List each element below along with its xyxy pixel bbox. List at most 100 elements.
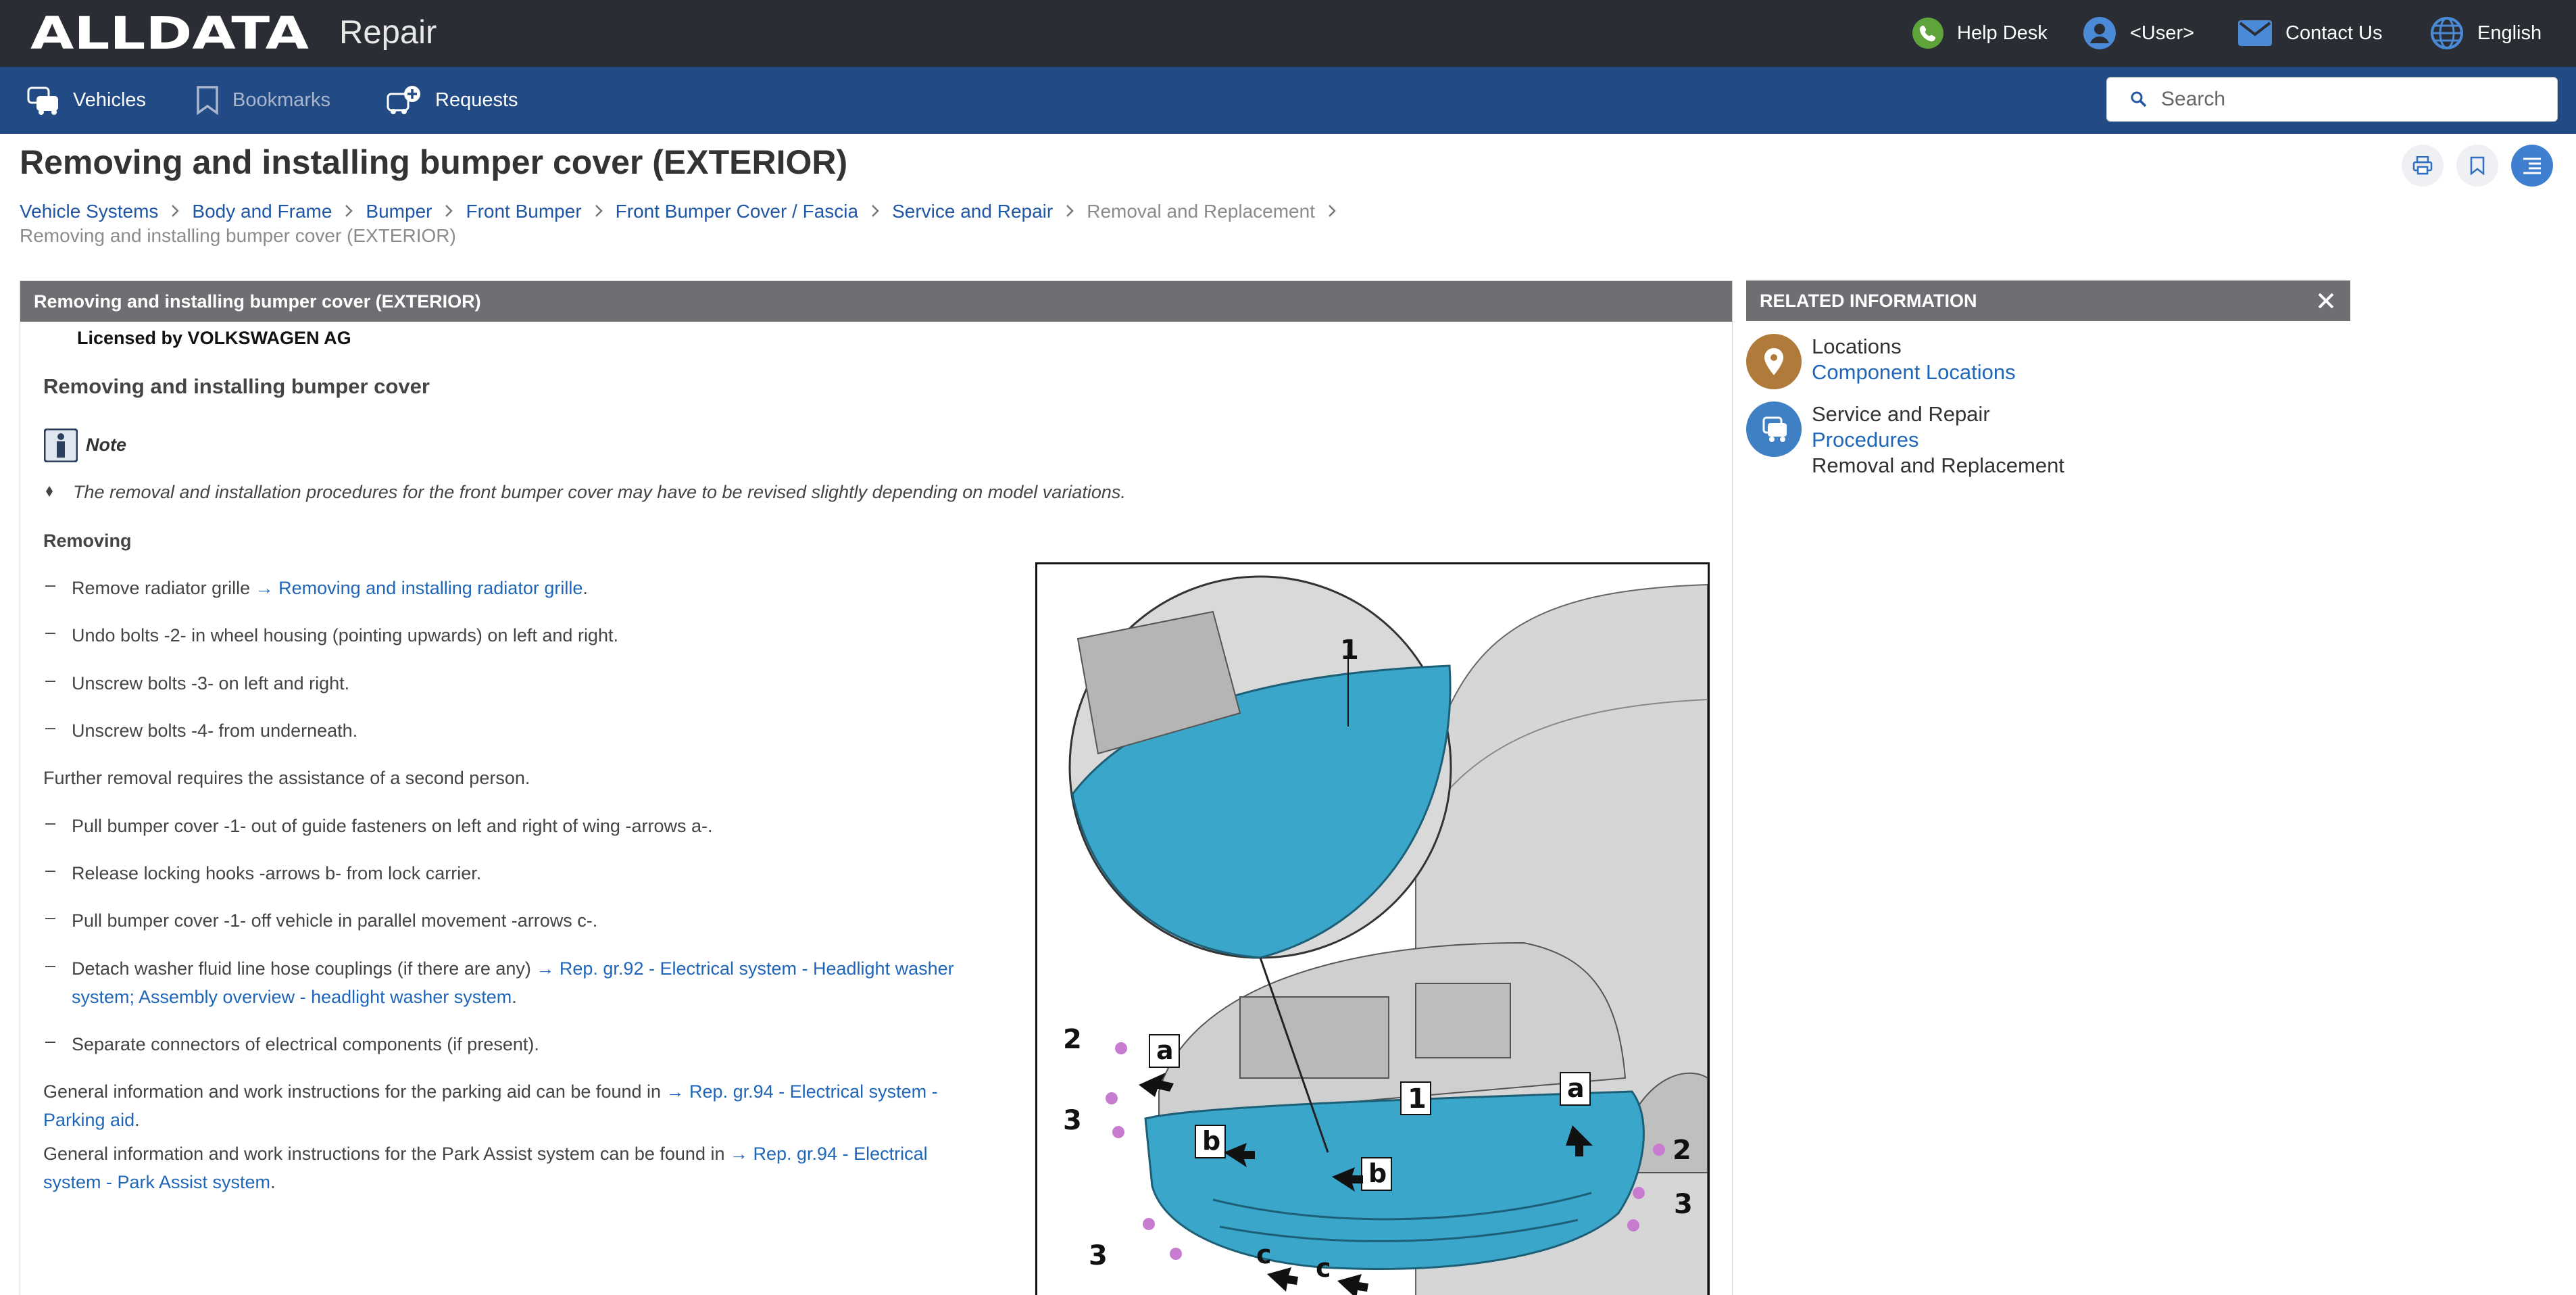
page-title: Removing and installing bumper cover (EX… — [20, 143, 848, 181]
step-dash: – — [45, 907, 56, 927]
chevron-right-icon — [1327, 199, 1337, 224]
locations-label: Locations — [1812, 335, 1902, 358]
article-header: Removing and installing bumper cover (EX… — [20, 281, 1732, 322]
nav-vehicles[interactable]: Vehicles — [27, 82, 146, 118]
note-label: Note — [86, 435, 126, 455]
callout-c-right: c — [1316, 1253, 1331, 1283]
breadcrumb-item[interactable]: Body and Frame — [192, 201, 332, 222]
brand-text: ALLDATA — [30, 12, 309, 54]
removal-replacement-label: Removal and Replacement — [1812, 454, 2064, 477]
callout-b-right: b — [1368, 1158, 1387, 1188]
search-input[interactable] — [2160, 87, 2541, 112]
license-text: Licensed by VOLKSWAGEN AG — [77, 328, 351, 348]
arrow-c-left — [1267, 1267, 1298, 1292]
breadcrumb-current: Removing and installing bumper cover (EX… — [20, 225, 456, 246]
engine-block — [1239, 996, 1389, 1079]
component-locations-link[interactable]: Component Locations — [1812, 360, 2016, 385]
bolt-marker — [1106, 1092, 1118, 1104]
nav-requests-label: Requests — [435, 89, 518, 111]
parking-aid-info-cont: Parking aid. — [43, 1106, 140, 1133]
parking-aid-info: General information and work instruction… — [43, 1078, 938, 1105]
radiator-grille-link[interactable]: → Removing and installing radiator grill… — [255, 578, 583, 598]
search-box[interactable] — [2106, 77, 2558, 122]
note-text: The removal and installation procedures … — [73, 482, 1126, 502]
step-1-period: . — [583, 578, 588, 598]
arrow-c-right — [1337, 1274, 1368, 1295]
callout-a-right: a — [1567, 1073, 1585, 1103]
park-assist-text: General information and work instruction… — [43, 1144, 730, 1164]
chevron-right-icon — [870, 199, 880, 224]
park-assist-info-cont: system - Park Assist system. — [43, 1169, 276, 1196]
step-9: Separate connectors of electrical compon… — [72, 1034, 539, 1054]
list-icon — [2523, 157, 2541, 174]
breadcrumb-item[interactable]: Removal and Replacement — [1087, 201, 1315, 222]
contact-us-link[interactable]: Contact Us — [2238, 15, 2382, 51]
user-icon — [2083, 17, 2116, 49]
toc-button[interactable] — [2511, 145, 2553, 187]
callout-3-left: 3 — [1063, 1105, 1082, 1136]
callout-2-left: 2 — [1063, 1024, 1082, 1055]
chevron-right-icon — [344, 199, 353, 224]
envelope-icon — [2238, 20, 2272, 46]
nav-requests[interactable]: Requests — [387, 82, 518, 118]
help-desk-link[interactable]: Help Desk — [1912, 15, 2048, 51]
park-assist-link-cont[interactable]: system - Park Assist system — [43, 1172, 270, 1192]
breadcrumb-item[interactable]: Front Bumper Cover / Fascia — [616, 201, 858, 222]
breadcrumb: Vehicle Systems Body and Frame Bumper Front… — [20, 199, 1371, 224]
bumper-diagram: 1 2 3 3 2 3 1 a a b b c c — [1063, 575, 1708, 1295]
alldata-logo[interactable]: ALLDATA — [30, 12, 309, 54]
bookmark-icon — [197, 86, 218, 115]
step-dash: – — [45, 670, 56, 690]
user-menu[interactable]: <User> — [2083, 15, 2194, 51]
requests-icon — [387, 86, 420, 114]
map-pin-icon — [1764, 348, 1783, 375]
procedures-link[interactable]: Procedures — [1812, 427, 1919, 453]
parking-aid-period: . — [134, 1110, 140, 1130]
step-5: Pull bumper cover -1- out of guide faste… — [72, 816, 713, 836]
close-icon[interactable] — [2314, 289, 2338, 313]
bookmark-page-button[interactable] — [2456, 145, 2498, 187]
print-icon — [2412, 156, 2433, 175]
language-label: English — [2477, 22, 2542, 44]
step-8: Detach washer fluid line hose couplings … — [72, 955, 954, 982]
nav-vehicles-label: Vehicles — [73, 89, 147, 111]
parking-aid-link-cont[interactable]: Parking aid — [43, 1110, 134, 1130]
search-icon — [2131, 91, 2147, 107]
nav-bookmarks-label: Bookmarks — [232, 89, 331, 111]
bolt-marker — [1627, 1219, 1639, 1231]
breadcrumb-item[interactable]: Service and Repair — [892, 201, 1053, 222]
further-removal-text: Further removal requires the assistance … — [43, 768, 530, 788]
step-1-text: Remove radiator grille — [72, 578, 255, 598]
step-1: Remove radiator grille → Removing and in… — [72, 575, 588, 602]
app-title: Repair — [339, 14, 437, 51]
callout-1-magnified: 1 — [1340, 635, 1359, 666]
callout-c-left: c — [1256, 1240, 1272, 1269]
step-4: Unscrew bolts -4- from underneath. — [72, 720, 358, 741]
breadcrumb-item[interactable]: Vehicle Systems — [20, 201, 158, 222]
breadcrumb-item[interactable]: Bumper — [366, 201, 432, 222]
headlight-washer-link[interactable]: → Rep. gr.92 - Electrical system - Headl… — [536, 958, 953, 979]
bumper-illustration[interactable]: 1 2 3 3 2 3 1 a a b b c c — [1035, 562, 1710, 1295]
removing-label: Removing — [43, 531, 132, 551]
parking-aid-link[interactable]: → Rep. gr.94 - Electrical system - — [666, 1081, 938, 1102]
step-dash: – — [45, 812, 56, 833]
step-dash: – — [45, 955, 56, 975]
headlight-washer-link-cont[interactable]: system; Assembly overview - headlight wa… — [72, 987, 512, 1007]
step-dash: – — [45, 622, 56, 642]
language-selector[interactable]: English — [2430, 15, 2542, 51]
nav-bookmarks[interactable]: Bookmarks — [196, 82, 330, 118]
service-repair-label: Service and Repair — [1812, 402, 1990, 426]
park-assist-link[interactable]: → Rep. gr.94 - Electrical — [730, 1144, 928, 1164]
locations-icon — [1746, 334, 1802, 389]
chevron-right-icon — [594, 199, 603, 224]
step-dash: – — [45, 860, 56, 880]
print-button[interactable] — [2402, 145, 2444, 187]
battery-box — [1415, 983, 1511, 1058]
breadcrumb-item[interactable]: Front Bumper — [466, 201, 581, 222]
bolt-marker — [1143, 1218, 1155, 1230]
chevron-right-icon — [170, 199, 180, 224]
bolt-marker — [1112, 1126, 1124, 1138]
bolt-marker — [1170, 1248, 1182, 1260]
phone-icon — [1912, 18, 1943, 49]
step-2: Undo bolts -2- in wheel housing (pointin… — [72, 625, 618, 645]
